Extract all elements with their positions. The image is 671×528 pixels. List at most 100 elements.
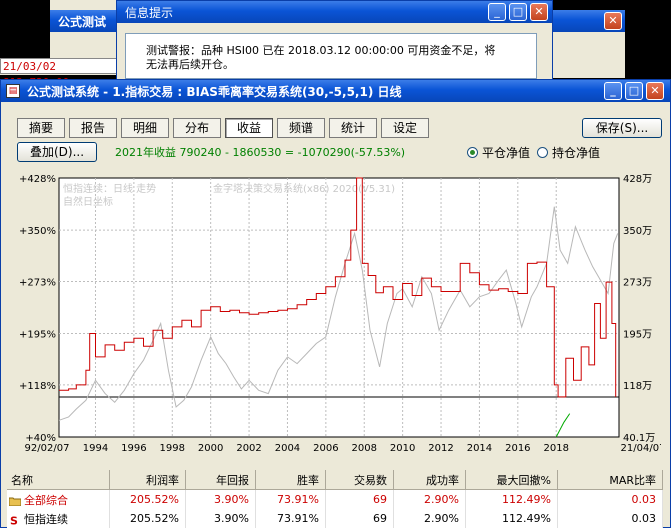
radio-hold-equity[interactable]: 持仓净值 [537, 144, 600, 161]
watermark-text: 金字塔决策交易系统(x86) 2020(V5.31) [213, 182, 395, 195]
x-tick-label: 2018 [543, 443, 568, 454]
x-tick-label: 2000 [198, 443, 223, 454]
annual-return-text: 2021年收益 790240 - 1860530 = -1070290(-57.… [115, 146, 406, 159]
y-tick-label-right: 273万 [623, 277, 652, 288]
main-window: ▤ 公式测试系统 - 1.指标交易 : BIAS乖离率交易系统(30,-5,5,… [0, 79, 671, 528]
stats-table: 名称 利润率 年回报 胜率 交易数 成功率 最大回撤% MAR比率 全部综合 2… [7, 470, 663, 528]
cell-win-rate: 73.91% [255, 509, 326, 528]
y-tick-label-left: +273% [19, 277, 56, 288]
app-icon: ▤ [6, 84, 20, 98]
price-tooltip: 21/03/02 813,720.00 [0, 58, 128, 89]
svg-text:S: S [10, 515, 18, 525]
cell-success-rate: 2.90% [393, 489, 466, 509]
message-line-2: 无法再后续开仓。 [146, 58, 234, 71]
cell-max-drawdown: 112.49% [465, 489, 558, 509]
maximize-icon[interactable]: □ [625, 82, 643, 100]
plot-area [58, 177, 620, 438]
minimize-icon[interactable]: _ [488, 3, 506, 21]
header-trade-count[interactable]: 交易数 [325, 470, 394, 490]
equity-chart: +428% 428万 +350% 350万 +273% 273万 +195% 195万 +118… [19, 174, 661, 454]
y-tick-label-right: 195万 [623, 330, 652, 341]
cell-trade-count: 69 [325, 509, 394, 528]
cell-annual-return: 3.90% [185, 489, 256, 509]
x-tick-label: 1998 [160, 443, 185, 454]
header-max-drawdown[interactable]: 最大回撤% [465, 470, 558, 490]
tab-distribution[interactable]: 分布 [173, 118, 221, 138]
cell-max-drawdown: 112.49% [465, 509, 558, 528]
y-tick-label-left: +350% [19, 226, 56, 237]
table-row[interactable]: S 恒指连续 205.52% 3.90% 73.91% 69 2.90% 112.… [7, 509, 663, 528]
cell-win-rate: 73.91% [255, 489, 326, 509]
cell-name: S 恒指连续 [7, 509, 110, 528]
tab-detail[interactable]: 明细 [121, 118, 169, 138]
message-dialog-title-text: 信息提示 [125, 5, 174, 20]
tab-statistics[interactable]: 统计 [329, 118, 377, 138]
header-annual-return[interactable]: 年回报 [185, 470, 256, 490]
desktop-area [0, 0, 50, 58]
tab-summary[interactable]: 摘要 [17, 118, 65, 138]
message-line-1: 测试警报：品种 HSI00 已在 2018.03.12 00:00:00 可用资… [146, 44, 496, 57]
y-tick-label-right: 350万 [623, 226, 652, 237]
x-tick-label: 2004 [275, 443, 300, 454]
header-profit-rate[interactable]: 利润率 [109, 470, 186, 490]
header-name[interactable]: 名称 [7, 470, 110, 490]
cell-mar-ratio: 0.03 [557, 509, 663, 528]
background-window-right: ✕ [550, 10, 625, 78]
end-date-label: 21/04/07 [621, 443, 661, 454]
tab-bar: 摘要 报告 明细 分布 收益 频谱 统计 设定 [17, 118, 429, 138]
y-tick-label-left: +428% [19, 174, 56, 185]
message-dialog: 信息提示 _ □ ✕ 测试警报：品种 HSI00 已在 2018.03.12 0… [116, 0, 553, 80]
folder-icon [9, 497, 21, 506]
close-icon[interactable]: ✕ [646, 82, 664, 100]
legend-line-2: 自然日坐标 [63, 195, 113, 208]
x-tick-label: 1994 [83, 443, 108, 454]
minimize-icon[interactable]: _ [604, 82, 622, 100]
x-tick-label: 2008 [352, 443, 377, 454]
cell-profit-rate: 205.52% [109, 489, 186, 509]
header-win-rate[interactable]: 胜率 [255, 470, 326, 490]
x-tick-label: 2006 [313, 443, 338, 454]
overlay-button[interactable]: 叠加(D)... [17, 142, 97, 162]
x-tick-label: 2016 [505, 443, 530, 454]
strategy-s-icon: S [10, 515, 18, 525]
tab-settings[interactable]: 设定 [381, 118, 429, 138]
radio-hold-equity-label: 持仓净值 [552, 146, 601, 160]
x-tick-label: 2010 [390, 443, 415, 454]
message-dialog-title[interactable]: 信息提示 _ □ ✕ [117, 1, 552, 23]
cell-name: 全部综合 [7, 489, 110, 509]
bg-close-icon[interactable]: ✕ [604, 12, 622, 30]
cell-annual-return: 3.90% [185, 509, 256, 528]
radio-close-equity[interactable]: 平仓净值 [467, 144, 530, 161]
cell-mar-ratio: 0.03 [557, 489, 663, 509]
stats-header-row: 名称 利润率 年回报 胜率 交易数 成功率 最大回撤% MAR比率 [7, 470, 663, 490]
tab-report[interactable]: 报告 [69, 118, 117, 138]
x-tick-label: 1996 [121, 443, 146, 454]
header-success-rate[interactable]: 成功率 [393, 470, 466, 490]
legend-line-1: 恒指连续：日线 走势 [63, 182, 156, 195]
radio-unselected-icon[interactable] [537, 147, 548, 158]
main-window-title-text: 公式测试系统 - 1.指标交易 : BIAS乖离率交易系统(30,-5,5,1)… [27, 84, 402, 99]
cell-success-rate: 2.90% [393, 509, 466, 528]
x-tick-label: 2002 [236, 443, 261, 454]
maximize-icon[interactable]: □ [509, 3, 527, 21]
tab-spectrum[interactable]: 频谱 [277, 118, 325, 138]
y-tick-label-right: 428万 [623, 174, 652, 185]
header-mar-ratio[interactable]: MAR比率 [557, 470, 663, 490]
background-window-right-title[interactable]: ✕ [550, 10, 625, 32]
cell-trade-count: 69 [325, 489, 394, 509]
radio-close-equity-label: 平仓净值 [482, 146, 531, 160]
radio-selected-icon[interactable] [467, 147, 478, 158]
close-icon[interactable]: ✕ [530, 3, 548, 21]
message-text-box: 测试警报：品种 HSI00 已在 2018.03.12 00:00:00 可用资… [125, 33, 537, 79]
main-window-title[interactable]: ▤ 公式测试系统 - 1.指标交易 : BIAS乖离率交易系统(30,-5,5,… [1, 80, 670, 102]
price-tooltip-date: 21/03/02 [3, 60, 56, 73]
save-button[interactable]: 保存(S)... [582, 118, 662, 138]
y-tick-label-right: 118万 [623, 381, 652, 392]
tab-returns[interactable]: 收益 [225, 118, 273, 138]
y-tick-label-left: +118% [19, 381, 56, 392]
x-tick-label: 2014 [467, 443, 492, 454]
start-date-label: 92/02/07 [25, 443, 70, 454]
x-tick-label: 2012 [428, 443, 453, 454]
cell-profit-rate: 205.52% [109, 509, 186, 528]
table-row[interactable]: 全部综合 205.52% 3.90% 73.91% 69 2.90% 112.4… [7, 489, 663, 509]
